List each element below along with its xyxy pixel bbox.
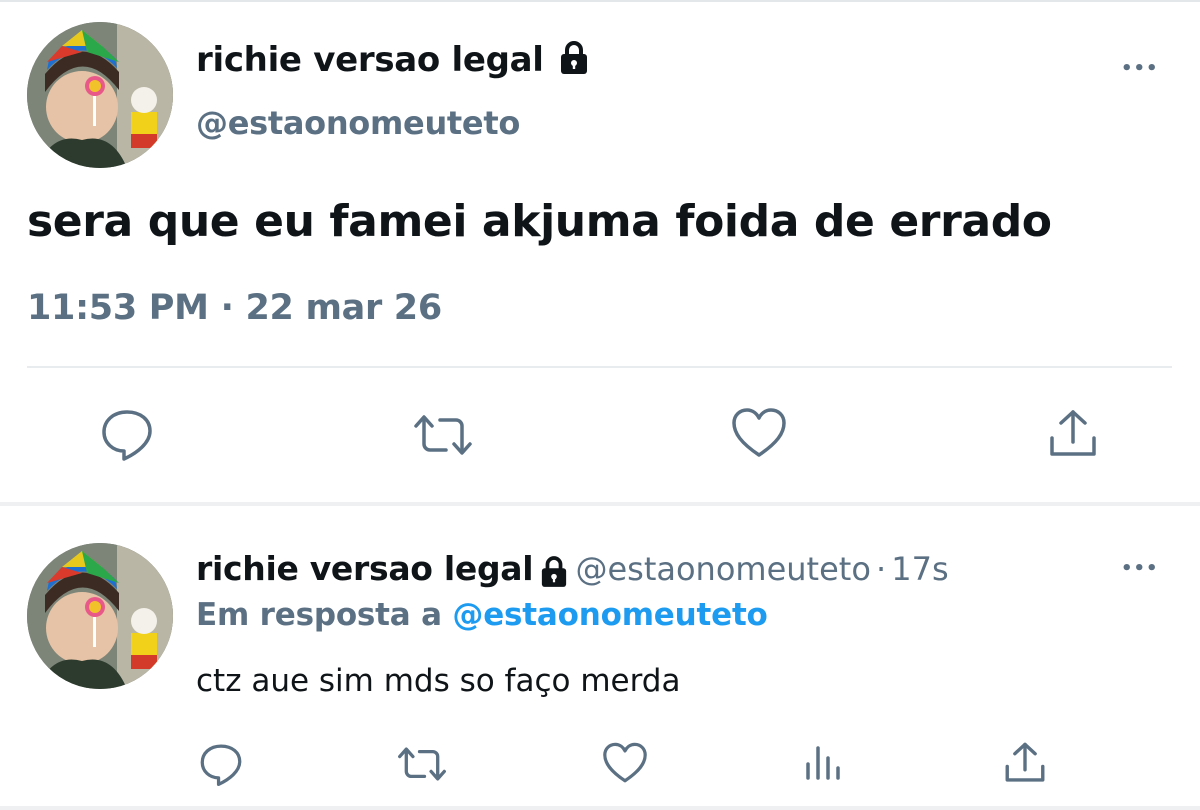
- display-name-text: richie versao legal: [196, 40, 544, 80]
- avatar-photo: [27, 543, 173, 689]
- reply-handle[interactable]: @estaonomeuteto: [575, 550, 870, 588]
- retweet-icon[interactable]: [412, 412, 474, 458]
- like-icon[interactable]: [602, 742, 648, 784]
- meta-separator: ·: [220, 288, 234, 328]
- bottom-divider: [0, 806, 1200, 810]
- tweet-text: sera que eu famei akjuma foida de errado: [27, 196, 1052, 247]
- share-icon[interactable]: [1047, 408, 1099, 460]
- reply-icon[interactable]: [198, 742, 244, 786]
- avatar-photo: [27, 22, 173, 168]
- reply-age[interactable]: 17s: [891, 550, 948, 588]
- reply-text: ctz aue sim mds so faço merda: [196, 663, 681, 699]
- reply-icon[interactable]: [100, 407, 154, 461]
- more-options-icon[interactable]: •••: [1121, 58, 1159, 79]
- reply-more-options-icon[interactable]: •••: [1121, 558, 1159, 579]
- top-border: [0, 0, 1200, 2]
- handle[interactable]: @estaonomeuteto: [196, 104, 520, 142]
- lock-icon: [561, 40, 588, 74]
- share-icon[interactable]: [1003, 741, 1047, 785]
- tweet-date: 22 mar 26: [245, 288, 442, 328]
- reply-display-name[interactable]: richie versao legal: [196, 549, 534, 588]
- reply-header: richie versao legal @estaonomeuteto · 17…: [196, 549, 949, 589]
- section-divider: [0, 502, 1200, 506]
- reply-separator: ·: [876, 550, 887, 588]
- reply-prefix: Em resposta a: [196, 597, 442, 633]
- timestamp[interactable]: 11:53 PM · 22 mar 26: [27, 288, 442, 328]
- lock-icon: [542, 555, 567, 587]
- retweet-icon[interactable]: [396, 745, 448, 783]
- analytics-icon[interactable]: [803, 742, 843, 782]
- reply-context: Em resposta a @estaonomeuteto: [196, 597, 768, 633]
- reply-avatar[interactable]: [27, 543, 173, 689]
- avatar[interactable]: [27, 22, 173, 168]
- display-name[interactable]: richie versao legal: [196, 40, 589, 80]
- divider: [27, 366, 1172, 368]
- reply-target-link[interactable]: @estaonomeuteto: [452, 597, 767, 633]
- tweet-time: 11:53 PM: [27, 288, 209, 328]
- like-icon[interactable]: [731, 407, 787, 459]
